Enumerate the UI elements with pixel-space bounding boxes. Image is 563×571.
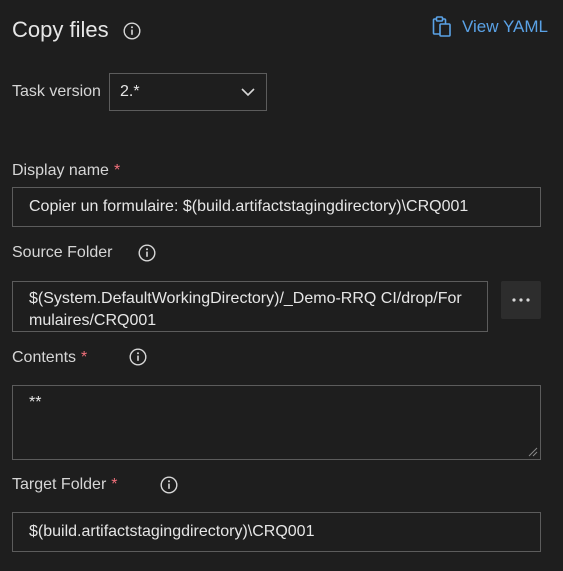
task-version-select[interactable]: 2.* — [109, 73, 267, 111]
view-yaml-button[interactable]: View YAML — [432, 16, 548, 38]
required-marker: * — [113, 162, 121, 179]
resize-grip-icon[interactable] — [528, 447, 538, 457]
info-icon[interactable] — [138, 244, 156, 262]
required-marker: * — [81, 349, 88, 366]
target-folder-label: Target Folder * — [12, 475, 118, 495]
chevron-down-icon — [240, 84, 256, 100]
task-version-label: Task version — [12, 83, 101, 100]
display-name-value: Copier un formulaire: $(build.artifactst… — [29, 198, 469, 215]
view-yaml-label: View YAML — [462, 17, 548, 36]
target-folder-label-text: Target Folder — [12, 476, 107, 493]
clipboard-icon — [432, 16, 452, 38]
copy-files-task-panel: Copy files View YAML Task version 2.* Di… — [0, 0, 563, 571]
display-name-label: Display name * — [12, 161, 120, 181]
contents-value: ** — [29, 394, 42, 411]
display-name-label-text: Display name — [12, 162, 109, 179]
target-folder-input[interactable]: $(build.artifactstagingdirectory)\CRQ001 — [12, 512, 541, 552]
source-folder-label: Source Folder — [12, 244, 113, 261]
display-name-input[interactable]: Copier un formulaire: $(build.artifactst… — [12, 187, 541, 227]
contents-label: Contents * — [12, 348, 87, 368]
source-folder-value: $(System.DefaultWorkingDirectory)/_Demo-… — [29, 290, 462, 329]
contents-textarea[interactable]: ** — [12, 385, 541, 460]
contents-label-text: Contents — [12, 349, 77, 366]
target-folder-value: $(build.artifactstagingdirectory)\CRQ001 — [29, 523, 315, 540]
browse-folder-button[interactable] — [501, 281, 541, 319]
source-folder-input[interactable]: $(System.DefaultWorkingDirectory)/_Demo-… — [12, 281, 488, 332]
info-icon[interactable] — [129, 348, 147, 366]
info-icon[interactable] — [123, 22, 141, 40]
ellipsis-icon — [511, 297, 531, 303]
task-version-value: 2.* — [120, 83, 140, 100]
required-marker: * — [111, 476, 118, 493]
page-title: Copy files — [12, 14, 109, 46]
info-icon[interactable] — [160, 476, 178, 494]
page-title-text: Copy files — [12, 17, 109, 42]
